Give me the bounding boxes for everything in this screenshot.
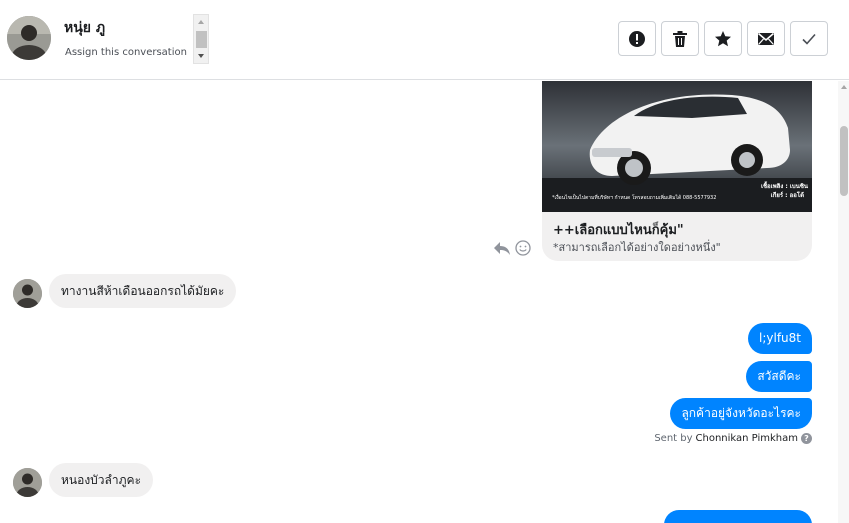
- outgoing-message[interactable]: สวัสดีคะ: [746, 361, 812, 392]
- car-promo-image: *เงื่อนไขเป็นไปตามที่บริษัทฯ กำหนด โทรสอ…: [542, 81, 812, 212]
- assign-conversation-dropdown[interactable]: Assign this conversation: [65, 47, 205, 58]
- product-card-message[interactable]: *เงื่อนไขเป็นไปตามที่บริษัทฯ กำหนด โทรสอ…: [542, 81, 812, 261]
- exclamation-circle-icon: [629, 30, 645, 47]
- contact-avatar[interactable]: [7, 16, 51, 60]
- scroll-thumb[interactable]: [196, 31, 207, 48]
- outgoing-message[interactable]: ลูกค้าอยู่จังหวัดอะไรคะ: [670, 398, 812, 429]
- mark-spam-button[interactable]: [618, 21, 656, 56]
- scroll-down-arrow-icon[interactable]: [198, 54, 204, 58]
- conversation-header: หนุ่ย ภู Assign this conversation: [0, 0, 849, 80]
- contact-avatar-small: [13, 279, 42, 308]
- star-button[interactable]: [704, 21, 742, 56]
- scroll-up-arrow-icon[interactable]: [198, 20, 204, 24]
- incoming-message[interactable]: ทางานสีห้าเดือนออกรถได้มัยคะ: [49, 274, 237, 308]
- card-subtitle: *สามารถเลือกได้อย่างใดอย่างหนึ่ง": [553, 241, 721, 254]
- thread-scrollbar[interactable]: [838, 81, 849, 523]
- emoji-reaction-icon[interactable]: [515, 240, 531, 260]
- sent-by-label: Sent by Chonnikan Pimkham ?: [654, 433, 812, 444]
- card-title: ++เลือกแบบไหนก็คุ้ม": [553, 223, 684, 238]
- outgoing-message[interactable]: l;ylfu8t: [748, 323, 812, 354]
- sent-by-prefix: Sent by: [654, 433, 693, 444]
- mark-done-button[interactable]: [790, 21, 828, 56]
- image-caption-left: *เงื่อนไขเป็นไปตามที่บริษัทฯ กำหนด โทรสอ…: [552, 195, 717, 201]
- envelope-icon: [757, 32, 775, 45]
- sent-by-agent-name: Chonnikan Pimkham: [695, 433, 798, 444]
- delete-button[interactable]: [661, 21, 699, 56]
- message-thread[interactable]: *เงื่อนไขเป็นไปตามที่บริษัทฯ กำหนด โทรสอ…: [0, 81, 838, 523]
- contact-avatar-small: [13, 468, 42, 497]
- incoming-message[interactable]: หนองบัวลำภูคะ: [49, 463, 154, 497]
- help-icon[interactable]: ?: [801, 433, 812, 444]
- image-caption-right-2: เกียร์ : ออโต้: [770, 192, 804, 199]
- outgoing-message-partial[interactable]: [664, 510, 812, 523]
- star-icon: [715, 30, 731, 46]
- trash-icon: [673, 30, 687, 47]
- scroll-up-arrow-icon[interactable]: [841, 85, 847, 89]
- check-icon: [802, 33, 816, 45]
- assign-scrollbar[interactable]: [193, 14, 209, 64]
- mark-unread-button[interactable]: [747, 21, 785, 56]
- reply-icon[interactable]: [493, 240, 511, 260]
- assign-label: Assign this conversation: [65, 47, 187, 58]
- scroll-thumb[interactable]: [840, 126, 848, 196]
- contact-name: หนุ่ย ภู: [64, 20, 106, 36]
